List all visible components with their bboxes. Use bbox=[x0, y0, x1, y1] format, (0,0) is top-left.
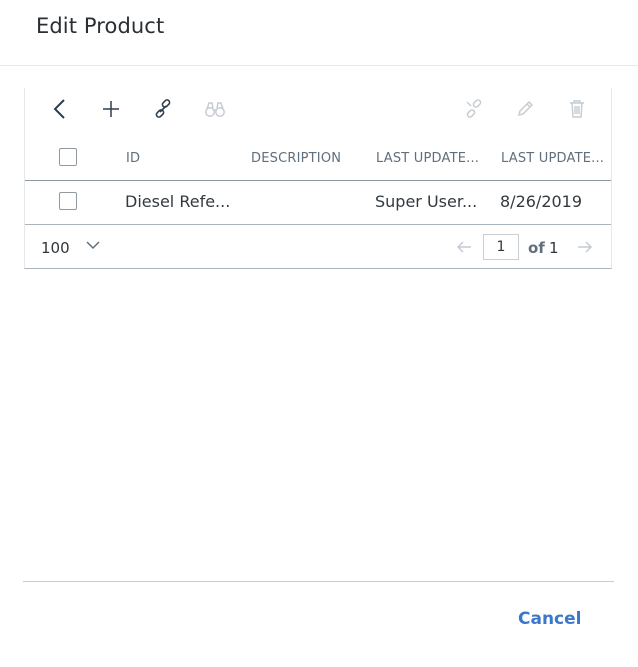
add-button[interactable] bbox=[98, 96, 124, 122]
page-of-label: of bbox=[528, 239, 545, 257]
column-header-description[interactable]: DESCRIPTION bbox=[251, 151, 341, 166]
link-button[interactable] bbox=[150, 96, 176, 122]
row-select-checkbox[interactable] bbox=[59, 192, 77, 210]
header-divider bbox=[25, 180, 611, 181]
next-page-icon[interactable] bbox=[577, 240, 593, 254]
chevron-down-icon[interactable] bbox=[85, 240, 101, 250]
unlink-icon bbox=[466, 99, 482, 118]
previous-page-icon[interactable] bbox=[456, 240, 472, 254]
page-size-value[interactable]: 100 bbox=[41, 239, 70, 257]
link-icon bbox=[155, 99, 171, 118]
unlink-button[interactable] bbox=[461, 96, 487, 122]
cell-last-updated-by: Super User... bbox=[375, 192, 478, 211]
page-total: 1 bbox=[549, 239, 559, 257]
chevron-left-icon bbox=[53, 99, 65, 119]
select-all-checkbox[interactable] bbox=[59, 148, 77, 166]
delete-button[interactable] bbox=[564, 96, 590, 122]
column-header-id[interactable]: ID bbox=[126, 151, 140, 166]
grid-toolbar bbox=[25, 88, 613, 132]
plus-icon bbox=[103, 101, 119, 117]
pencil-icon bbox=[517, 100, 534, 117]
cancel-button[interactable]: Cancel bbox=[518, 609, 581, 629]
binoculars-icon bbox=[205, 102, 225, 117]
row-divider bbox=[25, 224, 611, 225]
dialog-title: Edit Product bbox=[36, 14, 165, 38]
product-grid-panel: ID DESCRIPTION LAST UPDATE... LAST UPDAT… bbox=[24, 88, 612, 269]
back-button[interactable] bbox=[47, 96, 73, 122]
column-header-last-updated-by[interactable]: LAST UPDATE... bbox=[376, 151, 479, 166]
dialog-header: Edit Product bbox=[0, 0, 638, 66]
edit-button[interactable] bbox=[512, 96, 538, 122]
column-header-last-updated[interactable]: LAST UPDATE... bbox=[501, 151, 604, 166]
footer-divider bbox=[23, 581, 614, 582]
page-number-input[interactable]: 1 bbox=[483, 234, 519, 260]
find-button[interactable] bbox=[202, 96, 228, 122]
cell-id[interactable]: Diesel Refe... bbox=[125, 192, 230, 211]
cell-last-updated: 8/26/2019 bbox=[500, 192, 583, 211]
trash-icon bbox=[570, 100, 584, 118]
